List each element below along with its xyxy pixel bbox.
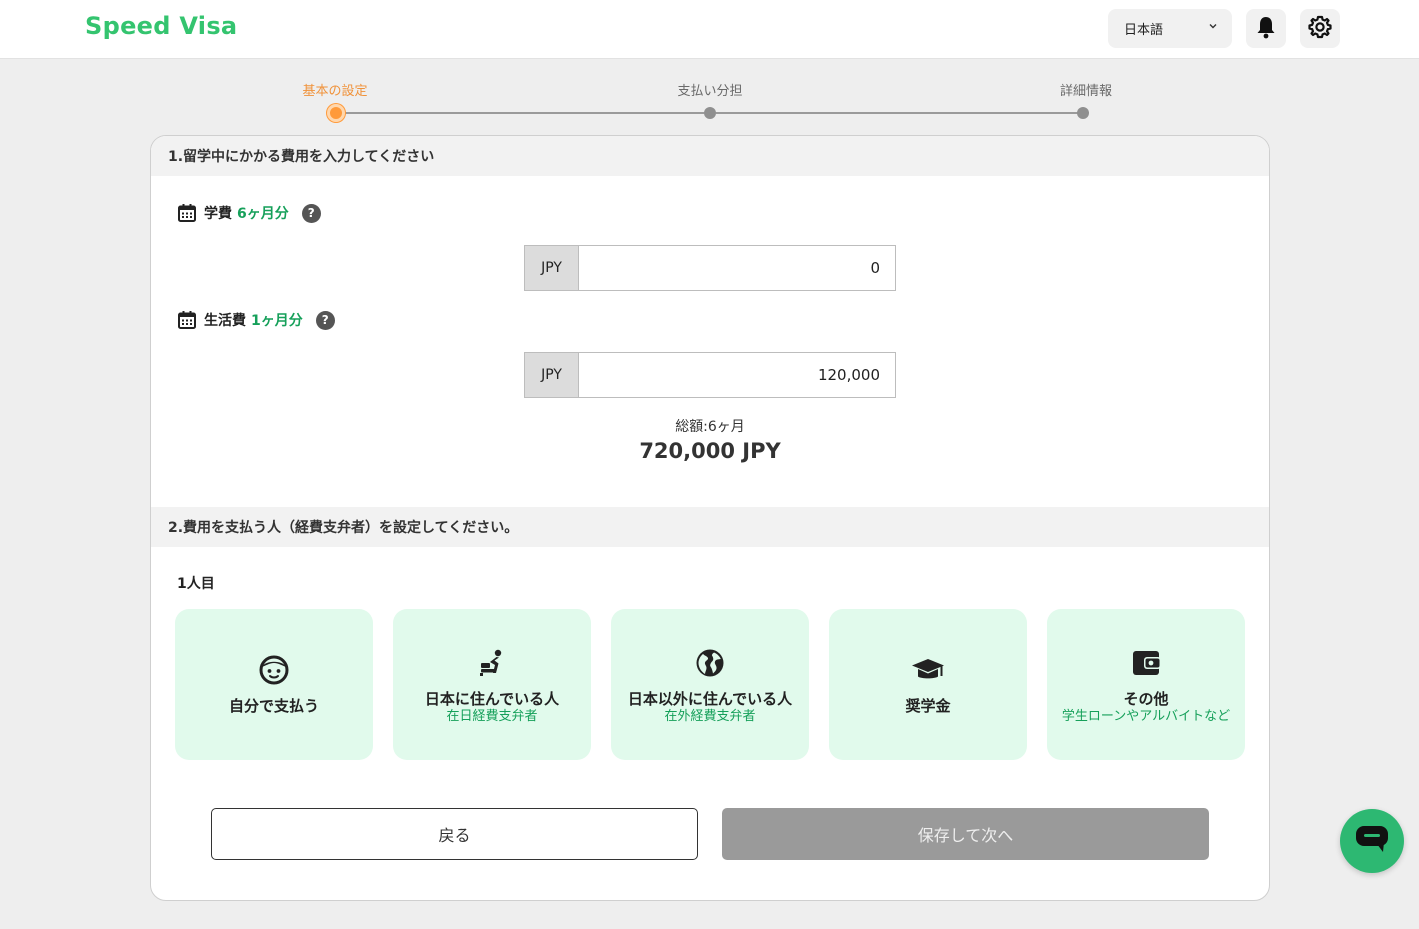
option-overseas-resident[interactable]: 日本以外に住んでいる人 在外経費支弁者 xyxy=(611,609,809,760)
globe-icon xyxy=(694,647,726,683)
stepper-line-2 xyxy=(716,112,1078,114)
option-scholarship[interactable]: 奨学金 xyxy=(829,609,1027,760)
gear-icon xyxy=(1307,14,1333,44)
total-amount-value: 720,000 JPY xyxy=(639,439,781,463)
option-scholarship-title: 奨学金 xyxy=(905,696,951,715)
tuition-period: 6ヶ月分 xyxy=(237,206,289,222)
living-label-row: 生活費 1ヶ月分 ? xyxy=(177,310,335,330)
tuition-amount-input[interactable]: 0 xyxy=(579,246,895,290)
calendar-icon xyxy=(177,310,197,330)
step-dot-details xyxy=(1077,107,1089,119)
tuition-label-row: 学費 6ヶ月分 ? xyxy=(177,203,321,223)
section-2-heading: 2.費用を支払う人（経費支弁者）を設定してください。 xyxy=(151,507,1269,547)
living-period: 1ヶ月分 xyxy=(251,313,303,329)
stepper-line-1 xyxy=(342,112,704,114)
option-overseas-resident-subtitle: 在外経費支弁者 xyxy=(664,708,756,724)
help-icon[interactable]: ? xyxy=(315,310,335,330)
step-dot-basic xyxy=(327,104,345,122)
save-and-next-button[interactable]: 保存して次へ xyxy=(722,808,1209,860)
top-bar: Speed Visa 日本語 xyxy=(0,0,1419,59)
form-card: 1.留学中にかかる費用を入力してください 学費 6ヶ月分 ? JPY 0 生活費… xyxy=(150,135,1270,901)
person-seated-icon xyxy=(476,647,508,683)
living-label: 生活費 xyxy=(204,313,246,329)
living-amount-input[interactable]: 120,000 xyxy=(579,353,895,397)
tuition-amount-field[interactable]: JPY 0 xyxy=(524,245,896,291)
option-self-pay[interactable]: 自分で支払う xyxy=(175,609,373,760)
graduation-cap-icon xyxy=(911,654,945,690)
step-label-details: 詳細情報 xyxy=(1059,84,1113,99)
tuition-currency: JPY xyxy=(525,246,579,290)
language-select[interactable]: 日本語 xyxy=(1108,9,1232,48)
option-japan-resident-title: 日本に住んでいる人 xyxy=(424,689,560,708)
progress-stepper: 基本の設定 支払い分担 詳細情報 xyxy=(0,59,1419,135)
chat-bubble-icon xyxy=(1355,824,1389,858)
chevron-down-icon xyxy=(1208,21,1218,34)
back-button[interactable]: 戻る xyxy=(211,808,698,860)
step-dot-payment-share xyxy=(704,107,716,119)
option-japan-resident[interactable]: 日本に住んでいる人 在日経費支弁者 xyxy=(393,609,591,760)
settings-button[interactable] xyxy=(1300,9,1340,48)
option-other-title: その他 xyxy=(1123,689,1169,708)
option-overseas-resident-title: 日本以外に住んでいる人 xyxy=(627,689,793,708)
calendar-icon xyxy=(177,203,197,223)
chat-button[interactable] xyxy=(1340,809,1404,873)
section-1-heading: 1.留学中にかかる費用を入力してください xyxy=(151,136,1269,176)
option-other-subtitle: 学生ローンやアルバイトなど xyxy=(1061,708,1231,724)
tuition-label: 学費 xyxy=(204,206,232,222)
person-label: 1人目 xyxy=(177,576,215,592)
language-select-value: 日本語 xyxy=(1124,23,1164,38)
option-self-pay-title: 自分で支払う xyxy=(228,696,319,715)
step-label-payment-share: 支払い分担 xyxy=(677,84,743,99)
step-label-basic: 基本の設定 xyxy=(302,84,368,99)
option-other[interactable]: その他 学生ローンやアルバイトなど xyxy=(1047,609,1245,760)
bell-icon xyxy=(1255,15,1277,43)
living-currency: JPY xyxy=(525,353,579,397)
total-label: 総額:6ヶ月 xyxy=(675,419,745,435)
option-japan-resident-subtitle: 在日経費支弁者 xyxy=(446,708,538,724)
wallet-icon xyxy=(1130,647,1162,683)
living-amount-field[interactable]: JPY 120,000 xyxy=(524,352,896,398)
total-amount: 720,000 JPY xyxy=(639,439,781,465)
help-icon[interactable]: ? xyxy=(301,203,321,223)
notifications-button[interactable] xyxy=(1246,9,1286,48)
brand-logo[interactable]: Speed Visa xyxy=(85,12,237,40)
face-icon xyxy=(258,654,290,690)
